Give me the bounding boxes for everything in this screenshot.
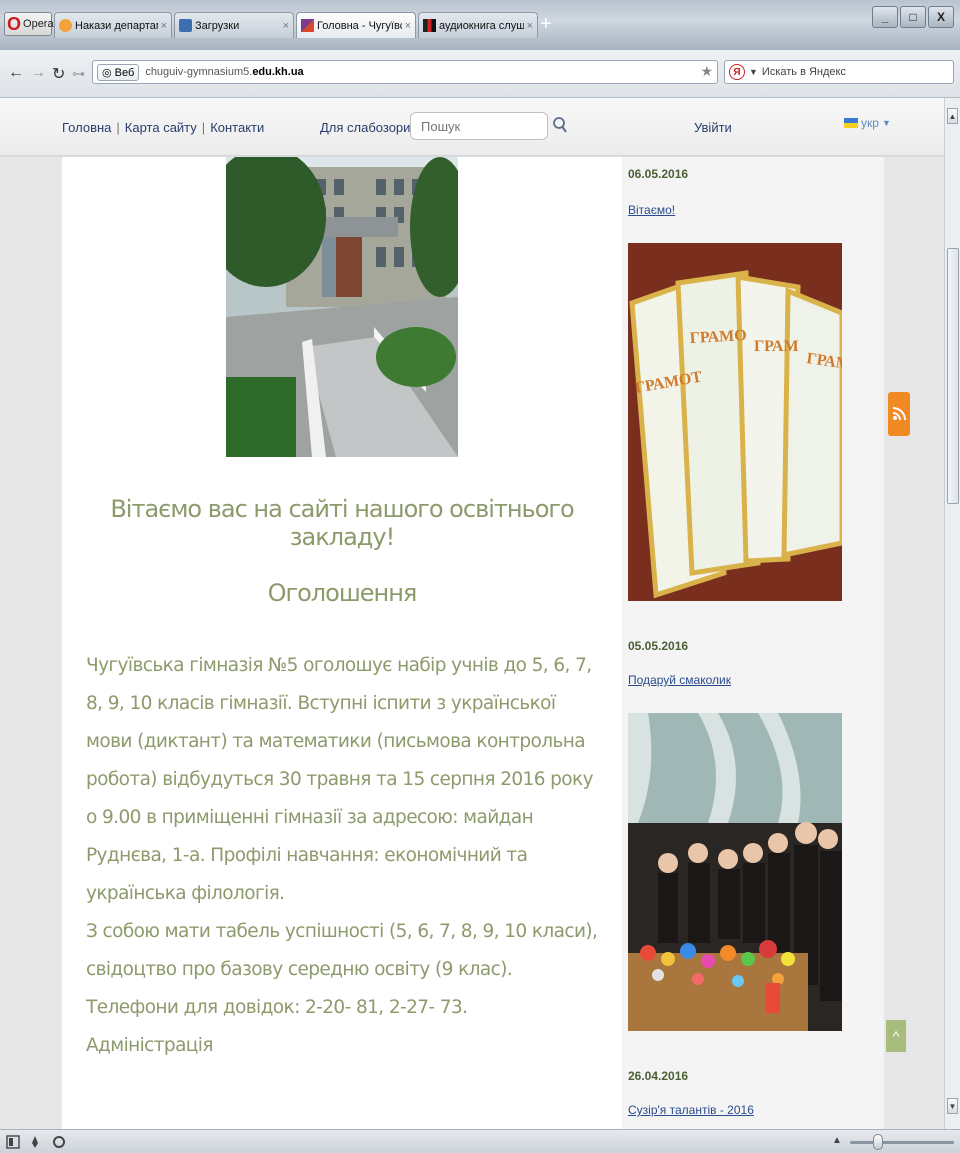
browser-status-bar: ▲: [0, 1129, 960, 1153]
news-date: 26.04.2016: [628, 1069, 689, 1083]
menu-separator: |: [116, 120, 120, 135]
school-building-photo: [226, 157, 458, 457]
tab-departament[interactable]: Накази департаменту ... ×: [54, 12, 172, 38]
window-controls: _ □ X: [872, 6, 954, 28]
scroll-up-icon[interactable]: ▲: [947, 108, 958, 124]
students-photo[interactable]: [628, 713, 842, 1031]
tab-close-icon[interactable]: ×: [161, 20, 167, 32]
tab-close-icon[interactable]: ×: [283, 20, 289, 32]
announcement-paragraph: З собою мати табель успішності (5, 6, 7,…: [86, 921, 598, 942]
language-selector[interactable]: укр ▼: [844, 116, 891, 130]
page-body: Вітаємо вас на сайті нашого освітнього з…: [0, 157, 944, 1129]
scroll-to-top-button[interactable]: ^: [886, 1020, 906, 1052]
yandex-icon: Я: [729, 64, 745, 80]
news-link[interactable]: Сузір'я талантів - 2016: [628, 1103, 754, 1117]
minimize-button[interactable]: _: [872, 6, 898, 28]
login-link[interactable]: Увійти: [694, 120, 732, 135]
web-badge-label: Веб: [114, 66, 135, 79]
certificate-text: ГРАМО: [689, 327, 747, 347]
news-link[interactable]: Подаруй смаколик: [628, 673, 731, 687]
zoom-slider-knob[interactable]: [873, 1134, 883, 1150]
tab-audiobook[interactable]: аудиокнига слушать ... ×: [418, 12, 538, 38]
tab-close-icon[interactable]: ×: [527, 20, 533, 32]
zoom-slider-track[interactable]: [850, 1141, 954, 1144]
panel-toggle-icon[interactable]: [6, 1135, 20, 1149]
opera-menu-label: Opera: [23, 18, 54, 30]
menu-link-home[interactable]: Головна: [62, 120, 111, 135]
certificates-photo[interactable]: ГРАМОТ ГРАМО ГРАМ ГРАМ: [628, 243, 842, 601]
main-content: Вітаємо вас на сайті нашого освітнього з…: [62, 157, 622, 1129]
menu-link-sitemap[interactable]: Карта сайту: [125, 120, 197, 135]
turbo-icon[interactable]: [28, 1135, 42, 1149]
unite-icon[interactable]: [52, 1135, 66, 1149]
announcement-paragraph: свідоцтво про базову середню освіту (9 к…: [86, 959, 513, 980]
tab-close-icon[interactable]: ×: [405, 20, 411, 32]
announcement-text: Чугуївська гімназія №5 оголошує набір уч…: [86, 647, 606, 1065]
announcement-title: Оголошення: [267, 579, 418, 607]
site-top-menu: Головна | Карта сайту | Контакти Для сла…: [0, 98, 944, 156]
site-menu-links: Головна | Карта сайту | Контакти: [62, 120, 264, 135]
tab-label: Загрузки: [195, 19, 240, 32]
address-bar-row: ← → ↻ ⊶ ◎ Веб chuguiv-gymnasium5. edu.kh.…: [0, 50, 960, 98]
news-sidebar: 06.05.2016 Вітаємо! ГРАМОТ ГРАМО ГРАМ ГР…: [622, 157, 884, 1129]
reload-icon[interactable]: ↻: [52, 64, 65, 84]
language-label: укр: [861, 116, 879, 130]
news-date: 06.05.2016: [628, 167, 689, 181]
chevron-down-icon: ▼: [881, 118, 891, 128]
site-search-input[interactable]: [410, 112, 548, 140]
back-arrow-icon[interactable]: ←: [8, 64, 24, 82]
tab-home-active[interactable]: Головна - Чугуївська г... ×: [296, 12, 416, 38]
welcome-heading: Вітаємо вас на сайті нашого освітнього з…: [110, 495, 574, 551]
url-field[interactable]: ◎ Веб chuguiv-gymnasium5. edu.kh.ua ★: [92, 60, 718, 84]
globe-icon: ◎: [102, 66, 112, 79]
yandex-search-field[interactable]: Я ▼ Искать в Яндекс: [724, 60, 954, 84]
news-date: 05.05.2016: [628, 639, 689, 653]
rss-icon: [892, 407, 906, 421]
browser-tab-bar: O Opera Накази департаменту ... × Загруз…: [0, 0, 960, 50]
url-domain: edu.kh.ua: [252, 66, 304, 78]
menu-separator: |: [201, 120, 206, 135]
zoom-up-icon[interactable]: ▲: [832, 1135, 842, 1146]
search-engine-dropdown-icon[interactable]: ▼: [749, 67, 758, 77]
opera-menu-button[interactable]: O Opera: [4, 12, 54, 36]
announcement-signature: Адміністрація: [86, 1035, 213, 1056]
close-window-button[interactable]: X: [928, 6, 954, 28]
news-link[interactable]: Вітаємо!: [628, 203, 675, 217]
tab-label: Головна - Чугуївська г...: [317, 19, 402, 32]
vertical-scrollbar[interactable]: ▲ ▼: [944, 98, 960, 1129]
scroll-thumb[interactable]: [947, 248, 959, 504]
low-vision-link[interactable]: Для слабозорих: [320, 120, 417, 135]
search-icon[interactable]: [552, 116, 568, 134]
certificate-text: ГРАМ: [754, 338, 799, 355]
menu-link-contacts[interactable]: Контакти: [210, 120, 264, 135]
downloads-icon: [179, 19, 192, 32]
opera-logo-icon: O: [7, 14, 22, 34]
forward-arrow-icon[interactable]: →: [30, 64, 46, 82]
bookmark-star-icon[interactable]: ★: [700, 63, 713, 80]
tab-favicon-icon: [59, 19, 72, 32]
search-placeholder: Искать в Яндекс: [761, 66, 846, 78]
scroll-down-icon[interactable]: ▼: [947, 1098, 958, 1114]
ukraine-flag-icon: [844, 118, 858, 128]
audiobook-favicon-icon: [423, 19, 436, 32]
tab-label: аудиокнига слушать ...: [439, 19, 524, 32]
tab-downloads[interactable]: Загрузки ×: [174, 12, 294, 38]
rss-button[interactable]: [888, 392, 910, 436]
announcement-paragraph: Телефони для довідок: 2-20- 81, 2-27- 73…: [86, 997, 468, 1018]
maximize-button[interactable]: □: [900, 6, 926, 28]
announcement-paragraph: Чугуївська гімназія №5 оголошує набір уч…: [86, 655, 594, 904]
new-tab-button[interactable]: +: [540, 14, 552, 34]
site-favicon-icon: [301, 19, 314, 32]
tab-label: Накази департаменту ...: [75, 19, 158, 32]
key-icon[interactable]: ⊶: [72, 66, 85, 82]
security-badge[interactable]: ◎ Веб: [97, 63, 140, 81]
url-host: chuguiv-gymnasium5.: [145, 66, 253, 78]
